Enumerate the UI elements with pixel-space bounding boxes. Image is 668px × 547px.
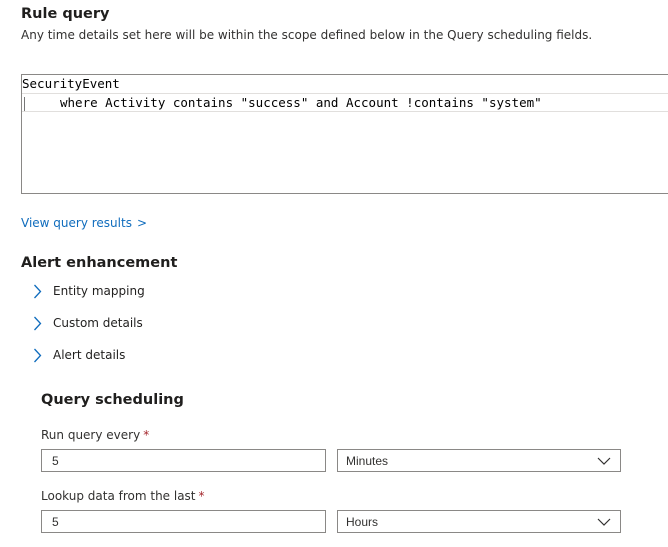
chevron-right-icon <box>31 315 43 331</box>
custom-details-label: Custom details <box>53 316 143 330</box>
view-query-results-link[interactable]: View query results > <box>21 216 147 230</box>
chevron-right-icon <box>31 347 43 363</box>
code-line-2-text: where Activity contains "success" and Ac… <box>60 95 542 110</box>
lookup-unit-value: Hours <box>346 514 379 529</box>
required-marker: * <box>198 489 205 503</box>
rule-query-subtitle: Any time details set here will be within… <box>21 28 593 42</box>
query-editor[interactable]: SecurityEvent where Activity contains "s… <box>21 74 668 194</box>
view-results-chevron: > <box>136 216 148 230</box>
chevron-down-icon <box>597 517 611 527</box>
entity-mapping-expander[interactable]: Entity mapping <box>31 281 145 301</box>
run-query-unit-select[interactable]: Minutes <box>337 449 621 472</box>
alert-details-expander[interactable]: Alert details <box>31 345 125 365</box>
chevron-down-icon <box>597 456 611 466</box>
view-query-results-label: View query results <box>21 216 132 230</box>
lookup-unit-select[interactable]: Hours <box>337 510 621 533</box>
run-query-every-label: Run query every * <box>41 428 149 442</box>
lookup-data-label: Lookup data from the last * <box>41 489 205 503</box>
custom-details-expander[interactable]: Custom details <box>31 313 143 333</box>
query-scheduling-title: Query scheduling <box>41 392 184 408</box>
alert-enhancement-title: Alert enhancement <box>21 255 178 271</box>
run-query-every-label-text: Run query every <box>41 428 141 442</box>
run-query-every-input[interactable] <box>41 449 326 472</box>
indent-guide <box>24 96 25 111</box>
chevron-right-icon <box>31 283 43 299</box>
entity-mapping-label: Entity mapping <box>53 284 145 298</box>
code-line-1[interactable]: SecurityEvent <box>22 75 668 93</box>
required-marker: * <box>143 428 150 442</box>
alert-details-label: Alert details <box>53 348 126 362</box>
rule-query-title: Rule query <box>21 6 110 22</box>
lookup-data-input[interactable] <box>41 510 326 533</box>
lookup-data-label-text: Lookup data from the last <box>41 489 196 503</box>
run-query-unit-value: Minutes <box>346 453 389 468</box>
code-line-2[interactable]: where Activity contains "success" and Ac… <box>22 93 668 112</box>
